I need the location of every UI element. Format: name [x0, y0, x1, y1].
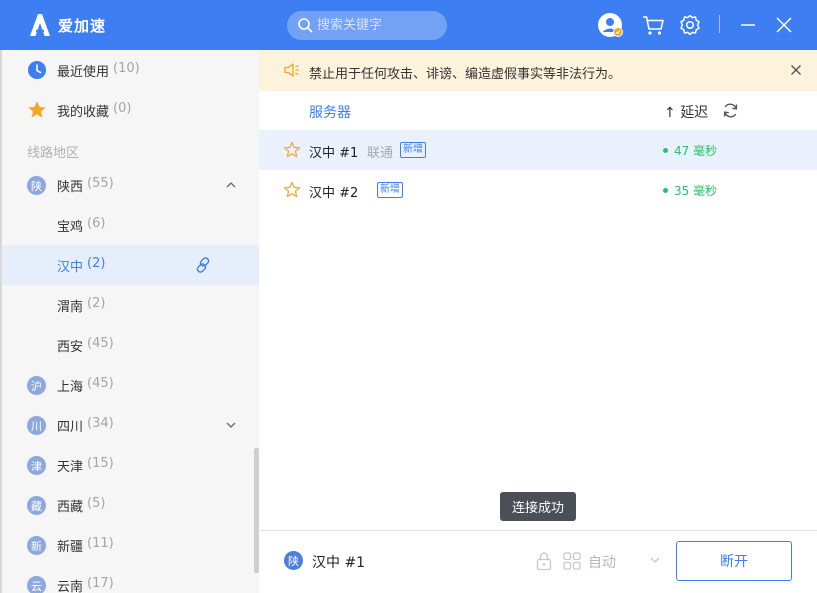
mode-select-label[interactable]: 自动	[588, 552, 616, 572]
server-latency: 35 毫秒	[663, 182, 717, 199]
section-title-regions: 线路地区	[27, 146, 80, 161]
sidebar-item-label: 新疆	[57, 540, 84, 555]
status-dot-icon	[663, 188, 668, 193]
grid-mode-icon[interactable]	[562, 551, 582, 571]
notice-banner: 禁止用于任何攻击、诽谤、编造虚假事实等非法行为。	[259, 50, 817, 91]
refresh-icon[interactable]	[722, 102, 739, 119]
link-icon	[196, 257, 210, 273]
sidebar-item-label: 西安	[57, 340, 84, 355]
sidebar-item-count: (5)	[87, 496, 106, 511]
sidebar-item-count: (45)	[87, 376, 114, 391]
header-divider	[719, 15, 720, 33]
sidebar-item-label: 西藏	[57, 500, 84, 515]
star-outline-icon[interactable]	[283, 181, 301, 199]
latency-value: 47 毫秒	[674, 144, 718, 158]
sidebar-item-count: (6)	[87, 216, 106, 231]
column-server[interactable]: 服务器	[309, 102, 351, 122]
sidebar-item-xian[interactable]: 西安 (45)	[2, 325, 259, 365]
sidebar-item-favorites[interactable]: 我的收藏 (0)	[2, 90, 259, 130]
region-badge: 云	[27, 576, 46, 593]
close-icon[interactable]	[789, 63, 803, 77]
sidebar-item-shanghai[interactable]: 沪 上海 (45)	[2, 365, 259, 405]
app-logo-icon	[30, 14, 50, 36]
star-outline-icon[interactable]	[283, 141, 301, 159]
lock-icon[interactable]	[535, 551, 553, 571]
connection-bar: 陕 汉中 #1 自动 断开	[259, 530, 817, 593]
server-row[interactable]: 汉中 #2 新增 35 毫秒	[259, 170, 817, 210]
region-badge: 陕	[27, 176, 46, 195]
column-latency-sort[interactable]: ↑ 延迟	[664, 102, 708, 122]
server-name: 汉中 #2	[309, 186, 359, 201]
close-icon[interactable]	[771, 12, 797, 38]
sidebar-item-count: (34)	[87, 416, 114, 431]
latency-value: 35 毫秒	[674, 184, 718, 198]
toast-connected: 连接成功	[500, 492, 576, 521]
region-badge: 陕	[284, 551, 303, 570]
sidebar-item-count: (0)	[113, 101, 132, 116]
sidebar-item-label: 最近使用	[57, 65, 110, 80]
speaker-icon	[284, 63, 299, 77]
server-isp: 联通	[367, 146, 394, 161]
server-name: 汉中 #1	[309, 146, 359, 161]
sidebar-item-count: (11)	[87, 536, 114, 551]
sidebar-item-label: 陕西	[57, 180, 84, 195]
column-latency-label: 延迟	[680, 105, 709, 121]
sidebar: 最近使用 (10) 我的收藏 (0) 线路地区 陕 陕西 (55) 宝鸡 (6)	[0, 50, 259, 593]
new-tag-badge: 新增	[377, 182, 403, 198]
chevron-down-icon[interactable]	[649, 555, 661, 565]
sidebar-item-count: (10)	[113, 61, 140, 76]
sidebar-item-count: (17)	[87, 576, 114, 591]
sidebar-item-label: 云南	[57, 580, 84, 593]
app-title: 爱加速	[58, 17, 107, 35]
sidebar-item-tianjin[interactable]: 津 天津 (15)	[2, 445, 259, 485]
disconnect-button[interactable]: 断开	[676, 541, 792, 581]
server-row[interactable]: 汉中 #1 联通 新增 47 毫秒	[259, 130, 817, 170]
new-tag-badge: 新增	[400, 142, 426, 158]
sidebar-item-recent[interactable]: 最近使用 (10)	[2, 50, 259, 90]
sidebar-item-label: 天津	[57, 460, 84, 475]
search-icon	[298, 18, 313, 33]
sidebar-item-label: 宝鸡	[57, 220, 84, 235]
sidebar-item-count: (15)	[87, 456, 114, 471]
chevron-down-icon[interactable]	[224, 419, 238, 431]
star-icon	[28, 101, 46, 118]
gear-icon[interactable]	[677, 12, 703, 38]
sidebar-item-count: (45)	[87, 336, 114, 351]
region-badge: 津	[27, 456, 46, 475]
cart-icon[interactable]	[640, 12, 666, 38]
sort-arrow-icon: ↑	[664, 105, 676, 121]
status-dot-icon	[663, 148, 668, 153]
sidebar-item-label: 上海	[57, 380, 84, 395]
sidebar-item-count: (2)	[87, 256, 106, 271]
search-box[interactable]	[287, 11, 447, 40]
sidebar-item-label: 汉中	[57, 260, 84, 275]
current-server: 汉中 #1	[312, 555, 366, 571]
region-badge: 川	[27, 416, 46, 435]
region-badge: 新	[27, 536, 46, 555]
notice-text: 禁止用于任何攻击、诽谤、编造虚假事实等非法行为。	[309, 67, 622, 82]
sidebar-item-label: 我的收藏	[57, 105, 110, 120]
server-list-header: 服务器 ↑ 延迟	[259, 91, 817, 131]
sidebar-item-tibet[interactable]: 藏 西藏 (5)	[2, 485, 259, 525]
sidebar-item-baoji[interactable]: 宝鸡 (6)	[2, 205, 259, 245]
sidebar-item-sichuan[interactable]: 川 四川 (34)	[2, 405, 259, 445]
clock-icon	[28, 61, 46, 79]
chevron-up-icon[interactable]	[224, 179, 238, 191]
sidebar-item-hanzhong[interactable]: 汉中 (2)	[2, 245, 259, 285]
region-badge: 沪	[27, 376, 46, 395]
sidebar-item-count: (55)	[87, 176, 114, 191]
sidebar-item-label: 渭南	[57, 300, 84, 315]
minimize-icon[interactable]	[735, 12, 761, 38]
region-badge: 藏	[27, 496, 46, 515]
search-input[interactable]	[317, 11, 439, 40]
title-bar: 爱加速	[0, 0, 817, 50]
sidebar-item-label: 四川	[57, 420, 84, 435]
sidebar-item-weinan[interactable]: 渭南 (2)	[2, 285, 259, 325]
sidebar-item-yunnan[interactable]: 云 云南 (17)	[2, 565, 259, 593]
user-avatar-icon[interactable]	[597, 12, 623, 38]
sidebar-item-xinjiang[interactable]: 新 新疆 (11)	[2, 525, 259, 565]
server-latency: 47 毫秒	[663, 142, 717, 159]
sidebar-item-shaanxi[interactable]: 陕 陕西 (55)	[2, 165, 259, 205]
sidebar-item-count: (2)	[87, 296, 106, 311]
